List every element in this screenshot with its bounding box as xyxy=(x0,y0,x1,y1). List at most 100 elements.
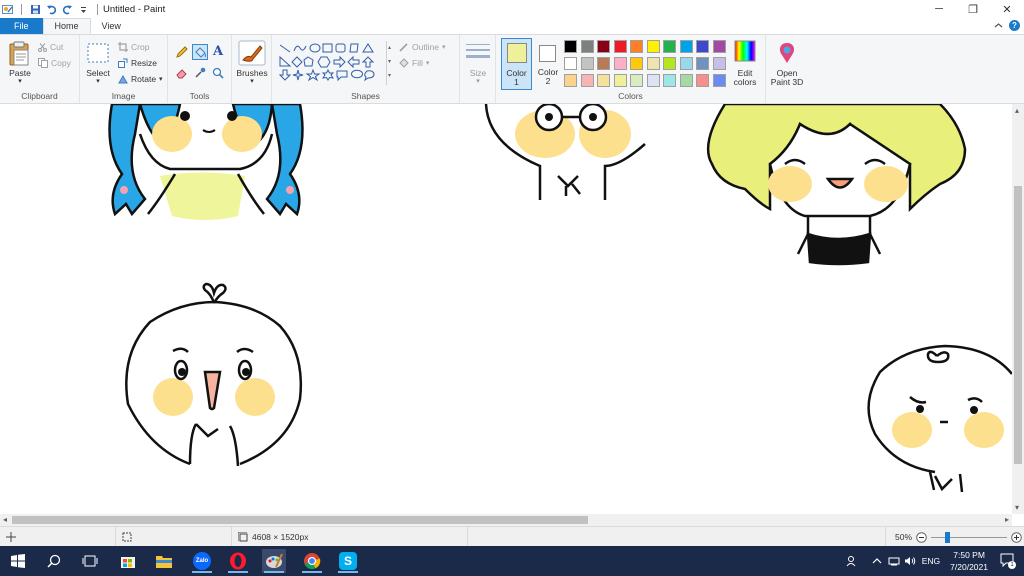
taskbar-zalo[interactable]: Zalo xyxy=(190,549,214,573)
shapes-gallery[interactable] xyxy=(278,42,388,86)
palette-swatch[interactable] xyxy=(580,40,594,53)
palette-swatch[interactable] xyxy=(580,74,594,87)
collapse-ribbon-icon[interactable] xyxy=(994,21,1003,30)
color1-selector[interactable]: Color 1 xyxy=(501,38,532,90)
palette-swatch[interactable] xyxy=(663,74,676,87)
taskbar-app-store[interactable] xyxy=(116,549,140,573)
palette-swatch[interactable] xyxy=(663,57,676,70)
tab-view[interactable]: View xyxy=(91,18,132,34)
rotate-button[interactable]: Rotate ▾ xyxy=(118,74,163,84)
brushes-dropdown-icon[interactable]: ▾ xyxy=(232,77,272,85)
action-center-button[interactable]: 1 xyxy=(1000,553,1016,569)
palette-swatch[interactable] xyxy=(630,74,643,87)
close-button[interactable]: ✕ xyxy=(990,0,1024,18)
palette-swatch[interactable] xyxy=(663,40,676,53)
palette-swatch[interactable] xyxy=(564,57,577,70)
horizontal-scrollbar[interactable]: ◂ ▸ xyxy=(0,514,1012,526)
taskbar-paint[interactable] xyxy=(262,549,286,573)
volume-icon[interactable] xyxy=(904,556,916,566)
size-dropdown-icon[interactable]: ▾ xyxy=(460,77,496,85)
paste-dropdown-icon[interactable]: ▾ xyxy=(4,77,36,85)
palette-swatch[interactable] xyxy=(613,40,627,53)
palette-swatch[interactable] xyxy=(696,74,709,87)
palette-swatch[interactable] xyxy=(597,74,610,87)
palette-swatch[interactable] xyxy=(630,57,643,70)
input-language[interactable]: ENG xyxy=(922,556,940,566)
palette-swatch[interactable] xyxy=(712,74,726,87)
taskbar-opera[interactable] xyxy=(226,549,250,573)
scroll-down-arrow-icon[interactable]: ▾ xyxy=(1015,503,1019,512)
zoom-slider-thumb[interactable] xyxy=(945,531,951,543)
palette-swatch[interactable] xyxy=(679,74,693,87)
palette-swatch[interactable] xyxy=(646,74,660,87)
tab-home[interactable]: Home xyxy=(42,18,91,34)
palette-swatch[interactable] xyxy=(630,40,643,53)
start-button[interactable] xyxy=(6,549,30,573)
tab-file[interactable]: File xyxy=(0,18,43,34)
taskbar-file-explorer[interactable] xyxy=(152,549,176,573)
magnifier-icon[interactable] xyxy=(212,67,224,79)
drawing-canvas[interactable] xyxy=(0,104,1012,514)
paint3d-icon[interactable] xyxy=(776,41,798,65)
palette-swatch[interactable] xyxy=(712,40,726,53)
network-icon[interactable] xyxy=(888,556,900,566)
palette-swatch[interactable] xyxy=(646,57,660,70)
palette-swatch[interactable] xyxy=(696,40,709,53)
edit-colors-icon[interactable] xyxy=(734,40,756,62)
palette-swatch[interactable] xyxy=(679,40,693,53)
task-view-button[interactable] xyxy=(78,549,102,573)
paste-icon[interactable] xyxy=(9,41,31,67)
rotate-dropdown-icon[interactable]: ▾ xyxy=(159,75,163,83)
zoom-in-icon[interactable] xyxy=(1011,531,1022,543)
paint-app-icon[interactable] xyxy=(2,4,13,15)
scroll-up-arrow-icon[interactable]: ▴ xyxy=(1015,106,1019,115)
outline-button[interactable]: Outline ▾ xyxy=(399,42,445,52)
palette-swatch[interactable] xyxy=(613,74,627,87)
people-icon[interactable] xyxy=(846,555,858,567)
select-dropdown-icon[interactable]: ▾ xyxy=(82,77,114,85)
scroll-right-arrow-icon[interactable]: ▸ xyxy=(1005,515,1009,524)
palette-swatch[interactable] xyxy=(679,57,693,70)
fill-tool-selected[interactable] xyxy=(192,44,208,60)
zoom-out-icon[interactable] xyxy=(916,531,927,543)
pencil-icon[interactable] xyxy=(176,46,188,58)
brush-icon[interactable] xyxy=(238,40,266,66)
palette-swatch[interactable] xyxy=(580,57,594,70)
taskbar-skype[interactable]: S xyxy=(336,549,360,573)
fill-button[interactable]: Fill ▾ xyxy=(399,58,429,68)
copy-button[interactable]: Copy xyxy=(38,58,71,68)
maximize-button[interactable]: ❐ xyxy=(956,0,990,18)
vertical-scroll-thumb[interactable] xyxy=(1014,186,1022,464)
scroll-left-arrow-icon[interactable]: ◂ xyxy=(3,515,7,524)
taskbar-chrome[interactable] xyxy=(300,549,324,573)
color2-selector[interactable]: Color 2 xyxy=(534,38,562,90)
resize-button[interactable]: Resize xyxy=(118,58,157,68)
palette-swatch[interactable] xyxy=(597,40,610,53)
palette-swatch[interactable] xyxy=(564,74,577,87)
palette-swatch[interactable] xyxy=(646,40,660,53)
clock[interactable]: 7:50 PM 7/20/2021 xyxy=(950,549,988,573)
text-tool-icon[interactable]: A xyxy=(213,44,223,59)
size-lines-icon[interactable] xyxy=(466,43,490,63)
minimize-button[interactable]: ─ xyxy=(922,0,956,18)
zoom-slider[interactable] xyxy=(931,531,1008,543)
color-picker-icon[interactable] xyxy=(194,67,206,79)
palette-swatch[interactable] xyxy=(613,57,627,70)
palette-swatch[interactable] xyxy=(597,57,610,70)
palette-swatch[interactable] xyxy=(564,40,577,53)
crop-button[interactable]: Crop xyxy=(118,42,149,52)
horizontal-scroll-thumb[interactable] xyxy=(12,516,588,524)
undo-icon[interactable] xyxy=(46,4,57,15)
cut-button[interactable]: Cut xyxy=(38,42,63,52)
redo-icon[interactable] xyxy=(62,4,73,15)
palette-swatch[interactable] xyxy=(712,57,726,70)
customize-qat-icon[interactable] xyxy=(78,4,89,15)
help-icon[interactable]: ? xyxy=(1009,20,1020,31)
show-hidden-icons-icon[interactable] xyxy=(872,557,882,565)
search-button[interactable] xyxy=(42,549,66,573)
save-icon[interactable] xyxy=(30,4,41,15)
select-icon[interactable] xyxy=(87,43,109,63)
eraser-icon[interactable] xyxy=(176,67,188,79)
vertical-scrollbar[interactable]: ▴ ▾ xyxy=(1012,104,1024,514)
shapes-scroll[interactable]: ▴ ▾ ▾ xyxy=(386,41,393,85)
